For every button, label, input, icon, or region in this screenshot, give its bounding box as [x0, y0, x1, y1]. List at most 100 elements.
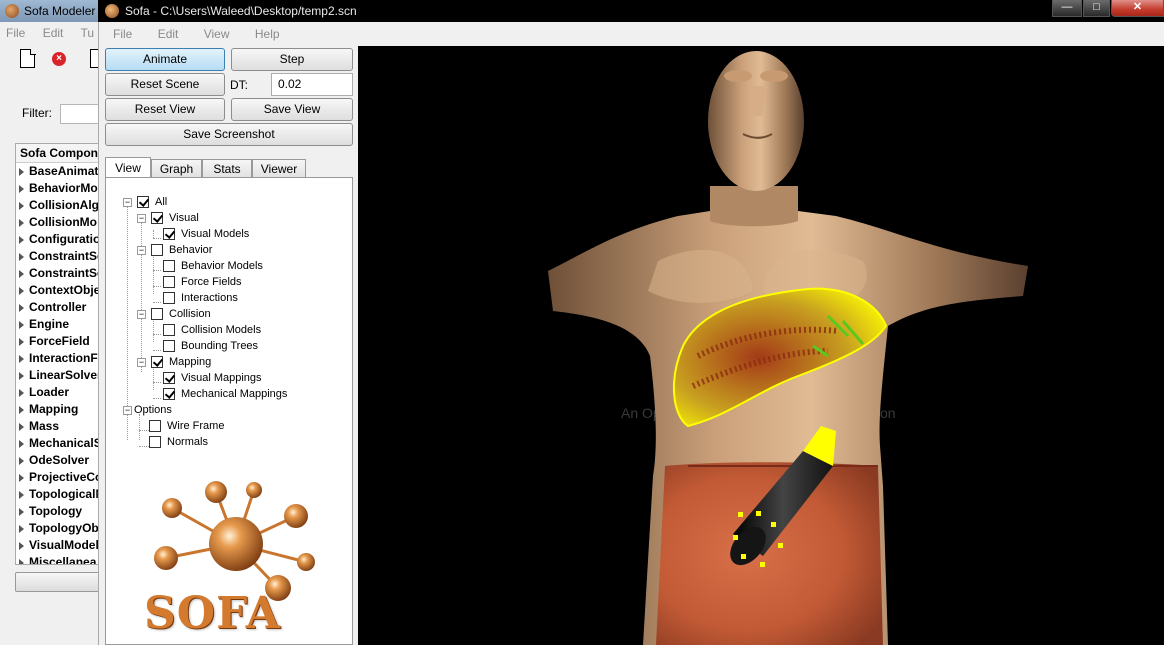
expand-arrow-icon[interactable] — [19, 542, 24, 550]
component-category-item[interactable]: CollisionMo — [16, 214, 109, 231]
component-category-item[interactable]: MechanicalS — [16, 435, 109, 452]
modeler-bottom-button[interactable] — [15, 572, 110, 592]
checkbox-behavior-models[interactable] — [163, 260, 175, 272]
tree-node-collision[interactable]: Collision — [151, 306, 211, 322]
expand-arrow-icon[interactable] — [19, 440, 24, 448]
expand-arrow-icon[interactable] — [19, 491, 24, 499]
tab-view[interactable]: View — [105, 157, 151, 178]
checkbox-mechanical-mappings[interactable] — [163, 388, 175, 400]
menu-edit[interactable]: Edit — [158, 27, 179, 41]
collapse-all-icon[interactable]: − — [123, 198, 132, 207]
expand-arrow-icon[interactable] — [19, 423, 24, 431]
expand-arrow-icon[interactable] — [19, 168, 24, 176]
collapse-behavior-icon[interactable]: − — [137, 246, 146, 255]
component-category-item[interactable]: Mass — [16, 418, 109, 435]
tree-node-all[interactable]: All — [137, 194, 167, 210]
component-category-item[interactable]: Engine — [16, 316, 109, 333]
component-category-item[interactable]: ConstraintSe — [16, 265, 109, 282]
checkbox-wire-frame[interactable] — [149, 420, 161, 432]
component-category-item[interactable]: LinearSolver — [16, 367, 109, 384]
checkbox-collision[interactable] — [151, 308, 163, 320]
modeler-titlebar[interactable]: Sofa Modeler — [0, 0, 109, 22]
expand-arrow-icon[interactable] — [19, 219, 24, 227]
tree-node-behavior[interactable]: Behavior — [151, 242, 212, 258]
expand-arrow-icon[interactable] — [19, 474, 24, 482]
tree-node-interactions[interactable]: Interactions — [163, 290, 238, 306]
checkbox-visual-models[interactable] — [163, 228, 175, 240]
expand-arrow-icon[interactable] — [19, 457, 24, 465]
close-file-icon[interactable]: × — [52, 52, 66, 66]
component-category-item[interactable]: Mapping — [16, 401, 109, 418]
checkbox-behavior[interactable] — [151, 244, 163, 256]
expand-arrow-icon[interactable] — [19, 287, 24, 295]
expand-arrow-icon[interactable] — [19, 508, 24, 516]
reset-view-button[interactable]: Reset View — [105, 98, 225, 121]
checkbox-visual[interactable] — [151, 212, 163, 224]
tree-node-collision-models[interactable]: Collision Models — [163, 322, 261, 338]
menu-file[interactable]: File — [113, 27, 132, 41]
component-list[interactable]: Sofa Compone BaseAnimati BehaviorMo Collis… — [15, 143, 110, 565]
tree-node-force-fields[interactable]: Force Fields — [163, 274, 242, 290]
checkbox-all[interactable] — [137, 196, 149, 208]
component-category-item[interactable]: Miscellanea — [16, 554, 109, 564]
component-category-item[interactable]: ContextObje — [16, 282, 109, 299]
3d-viewport[interactable]: An Open on — [358, 46, 1164, 645]
checkbox-mapping[interactable] — [151, 356, 163, 368]
animate-button[interactable]: Animate — [105, 48, 225, 71]
save-screenshot-button[interactable]: Save Screenshot — [105, 123, 353, 146]
checkbox-visual-mappings[interactable] — [163, 372, 175, 384]
new-file-icon[interactable] — [20, 48, 36, 68]
component-category-item[interactable]: ConstraintSe — [16, 248, 109, 265]
component-category-item[interactable]: VisualModel — [16, 537, 109, 554]
checkbox-interactions[interactable] — [163, 292, 175, 304]
tree-node-visual[interactable]: Visual — [151, 210, 199, 226]
tree-node-behavior-models[interactable]: Behavior Models — [163, 258, 263, 274]
component-category-item[interactable]: InteractionF — [16, 350, 109, 367]
expand-arrow-icon[interactable] — [19, 525, 24, 533]
tab-stats[interactable]: Stats — [202, 159, 252, 178]
tree-node-visual-models[interactable]: Visual Models — [163, 226, 249, 242]
expand-arrow-icon[interactable] — [19, 253, 24, 261]
component-category-item[interactable]: ProjectiveCo — [16, 469, 109, 486]
tree-node-mechanical-mappings[interactable]: Mechanical Mappings — [163, 386, 287, 402]
component-category-item[interactable]: Controller — [16, 299, 109, 316]
tree-node-mapping[interactable]: Mapping — [151, 354, 211, 370]
expand-arrow-icon[interactable] — [19, 372, 24, 380]
expand-arrow-icon[interactable] — [19, 406, 24, 414]
modeler-menu-tu[interactable]: Tu — [81, 26, 95, 40]
expand-arrow-icon[interactable] — [19, 559, 24, 564]
component-category-item[interactable]: CollisionAlgo — [16, 197, 109, 214]
close-button[interactable]: ✕ — [1111, 0, 1164, 17]
tree-node-wire-frame[interactable]: Wire Frame — [149, 418, 224, 434]
modeler-menu-edit[interactable]: Edit — [43, 26, 64, 40]
maximize-button[interactable]: □ — [1083, 0, 1110, 17]
modeler-menu-file[interactable]: File — [6, 26, 25, 40]
expand-arrow-icon[interactable] — [19, 236, 24, 244]
checkbox-force-fields[interactable] — [163, 276, 175, 288]
expand-arrow-icon[interactable] — [19, 355, 24, 363]
tree-node-bounding-trees[interactable]: Bounding Trees — [163, 338, 258, 354]
component-category-item[interactable]: Topology — [16, 503, 109, 520]
menu-help[interactable]: Help — [255, 27, 280, 41]
tree-node-options[interactable]: Options — [134, 402, 172, 418]
expand-arrow-icon[interactable] — [19, 304, 24, 312]
expand-arrow-icon[interactable] — [19, 185, 24, 193]
component-category-item[interactable]: OdeSolver — [16, 452, 109, 469]
checkbox-collision-models[interactable] — [163, 324, 175, 336]
collapse-options-icon[interactable]: − — [123, 406, 132, 415]
expand-arrow-icon[interactable] — [19, 338, 24, 346]
minimize-button[interactable]: — — [1052, 0, 1082, 17]
collapse-mapping-icon[interactable]: − — [137, 358, 146, 367]
component-category-item[interactable]: BaseAnimati — [16, 163, 109, 180]
save-view-button[interactable]: Save View — [231, 98, 353, 121]
component-category-item[interactable]: ForceField — [16, 333, 109, 350]
expand-arrow-icon[interactable] — [19, 202, 24, 210]
step-button[interactable]: Step — [231, 48, 353, 71]
tree-node-normals[interactable]: Normals — [149, 434, 208, 450]
component-category-item[interactable]: Loader — [16, 384, 109, 401]
checkbox-bounding-trees[interactable] — [163, 340, 175, 352]
component-category-item[interactable]: Configuratio — [16, 231, 109, 248]
main-titlebar[interactable]: Sofa - C:\Users\Waleed\Desktop/temp2.scn… — [98, 0, 1164, 22]
tree-node-visual-mappings[interactable]: Visual Mappings — [163, 370, 262, 386]
expand-arrow-icon[interactable] — [19, 270, 24, 278]
